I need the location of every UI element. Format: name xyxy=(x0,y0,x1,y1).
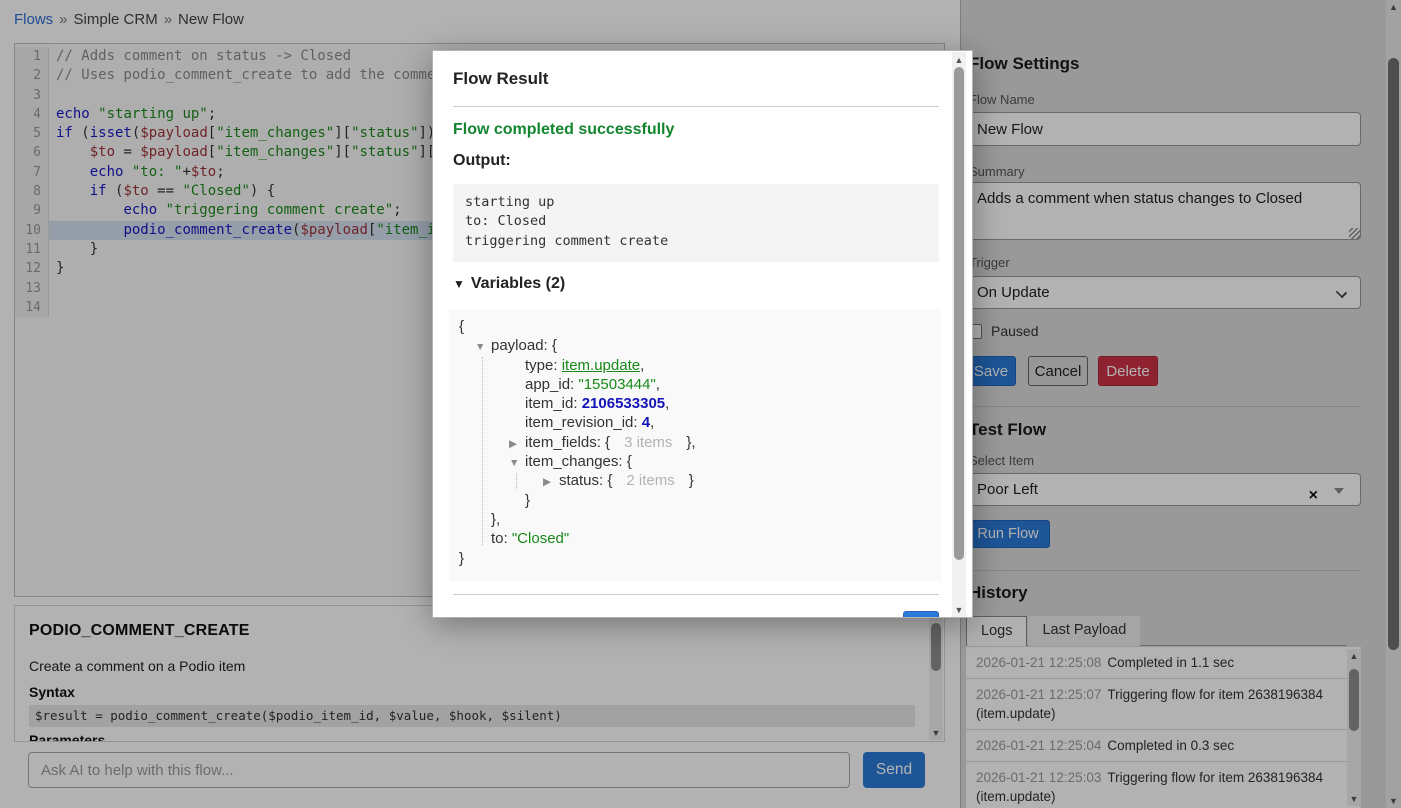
variables-json-tree: {▼payload: {type: item.update,app_id: "1… xyxy=(449,309,941,581)
tree-row: type: item.update, xyxy=(449,356,941,375)
flow-status-message: Flow completed successfully xyxy=(453,121,674,139)
variables-toggle[interactable]: ▼ Variables (2) xyxy=(453,275,565,293)
ok-button[interactable] xyxy=(903,611,939,618)
tree-row: item_revision_id: 4, xyxy=(449,413,941,432)
flow-result-modal: Flow Result Flow completed successfully … xyxy=(432,50,973,618)
tree-row: ▼payload: { xyxy=(449,336,941,355)
expand-icon[interactable]: ▶ xyxy=(509,435,525,454)
variables-label: Variables (2) xyxy=(471,275,565,292)
app-root: Flows»Simple CRM»New Flow 1// Adds comme… xyxy=(0,0,1401,808)
tree-row: app_id: "15503444", xyxy=(449,375,941,394)
expand-icon[interactable]: ▶ xyxy=(543,473,559,492)
collapse-icon[interactable]: ▼ xyxy=(475,338,491,357)
output-box: starting up to: Closed triggering commen… xyxy=(453,184,939,262)
tree-guide-line xyxy=(482,357,483,545)
tree-row: item_id: 2106533305, xyxy=(449,394,941,413)
output-label: Output: xyxy=(453,152,511,170)
tree-row: ▶status: {2 items} xyxy=(449,471,941,490)
tree-row: } xyxy=(449,491,941,510)
modal-title: Flow Result xyxy=(453,69,548,89)
tree-row: to: "Closed" xyxy=(449,529,941,548)
divider xyxy=(453,106,939,107)
tree-row: }, xyxy=(449,510,941,529)
tree-row: } xyxy=(449,549,941,568)
collapse-triangle-icon: ▼ xyxy=(453,277,465,291)
divider xyxy=(453,594,939,595)
tree-row: ▼item_changes: { xyxy=(449,452,941,471)
modal-scrollbar-thumb[interactable] xyxy=(954,67,964,560)
tree-row: ▶item_fields: {3 items}, xyxy=(449,433,941,452)
tree-guide-line xyxy=(516,473,517,490)
scroll-down-icon[interactable]: ▼ xyxy=(952,603,966,617)
scroll-up-icon[interactable]: ▲ xyxy=(952,53,966,67)
modal-scrollbar[interactable]: ▲ ▼ xyxy=(952,52,966,618)
collapse-icon[interactable]: ▼ xyxy=(509,454,525,473)
tree-row: { xyxy=(449,317,941,336)
